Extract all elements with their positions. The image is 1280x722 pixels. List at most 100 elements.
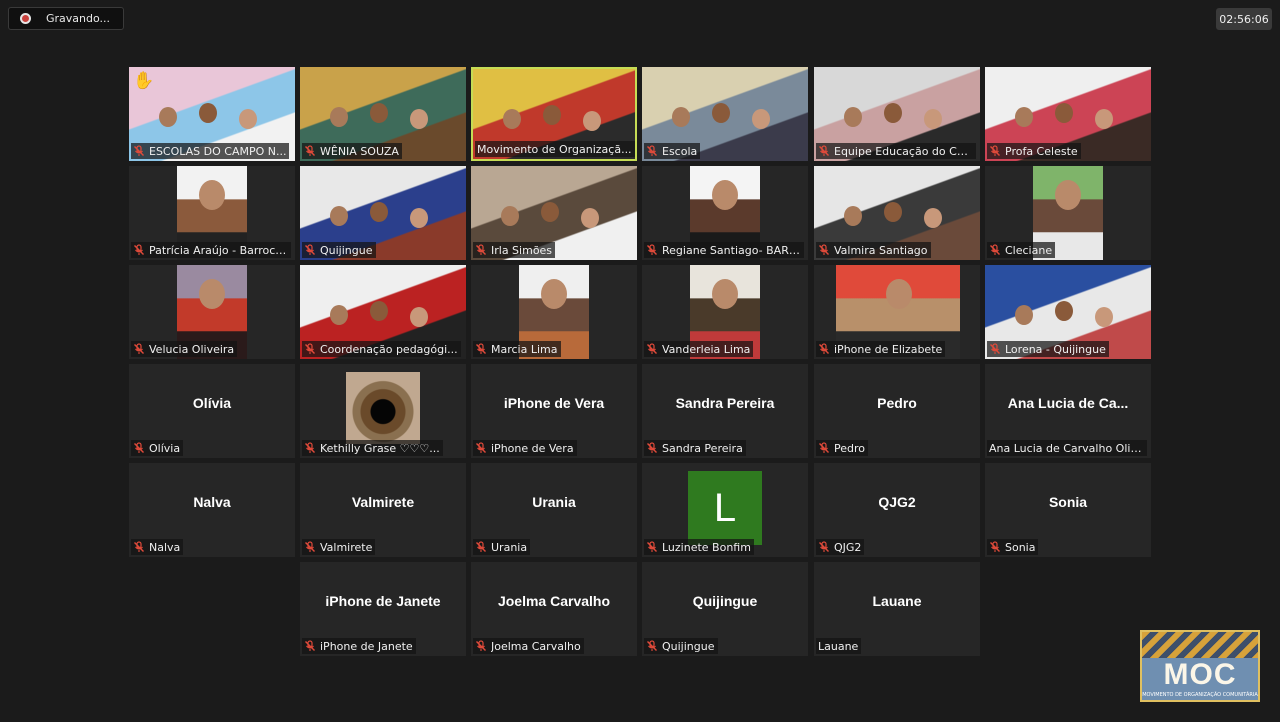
- participant-name: Kethilly Grase ♡♡♡...: [320, 441, 440, 455]
- muted-mic-icon: [647, 343, 657, 354]
- muted-mic-icon: [305, 343, 315, 354]
- participant-name-label: Cleciane: [987, 242, 1056, 258]
- participant-display-name: Sandra Pereira: [675, 395, 775, 411]
- participant-name-label: QJG2: [816, 539, 865, 555]
- muted-mic-icon: [647, 640, 657, 651]
- participant-name-label: iPhone de Vera: [473, 440, 577, 456]
- participant-name-label: iPhone de Elizabete: [816, 341, 946, 357]
- participant-tile[interactable]: iPhone de Vera iPhone de Vera: [471, 364, 637, 458]
- participant-name-label: Quijingue: [302, 242, 376, 258]
- participant-tile[interactable]: L Luzinete Bonfim: [642, 463, 808, 557]
- participant-tile[interactable]: Profa Celeste: [985, 67, 1151, 161]
- muted-mic-icon: [819, 541, 829, 552]
- participant-tile[interactable]: Velucia Oliveira: [129, 265, 295, 359]
- participant-tile[interactable]: Lorena - Quijingue: [985, 265, 1151, 359]
- participant-name: Quijingue: [320, 243, 373, 257]
- muted-mic-icon: [476, 640, 486, 651]
- participant-name-label: Vanderleia Lima: [644, 341, 754, 357]
- participant-display-name: Nalva: [193, 494, 231, 510]
- participant-name-label: Marcia Lima: [473, 341, 561, 357]
- participant-tile[interactable]: Urania Urania: [471, 463, 637, 557]
- participant-name: Pedro: [834, 441, 866, 455]
- muted-mic-icon: [134, 343, 144, 354]
- participant-tile[interactable]: iPhone de Elizabete: [814, 265, 980, 359]
- participant-tile[interactable]: Pedro Pedro: [814, 364, 980, 458]
- participant-display-name: Joelma Carvalho: [497, 593, 611, 609]
- participant-name-label: Profa Celeste: [987, 143, 1081, 159]
- participant-tile[interactable]: Valmirete Valmirete: [300, 463, 466, 557]
- moc-logo-watermark: MOC MOVIMENTO DE ORGANIZAÇÃO COMUNITÁRIA: [1140, 630, 1260, 702]
- muted-mic-icon: [819, 442, 829, 453]
- muted-mic-icon: [990, 343, 1000, 354]
- participant-tile[interactable]: Quijingue: [300, 166, 466, 260]
- muted-mic-icon: [990, 145, 1000, 156]
- participant-tile[interactable]: Joelma Carvalho Joelma Carvalho: [471, 562, 637, 656]
- participant-name-label: Nalva: [131, 539, 184, 555]
- participant-tile[interactable]: Ana Lucia de Ca... Ana Lucia de Carvalho …: [985, 364, 1151, 458]
- logo-text: MOC: [1163, 658, 1237, 691]
- participant-name-label: Olívia: [131, 440, 184, 456]
- participant-tile[interactable]: Sonia Sonia: [985, 463, 1151, 557]
- participant-tile[interactable]: ✋ ESCOLAS DO CAMPO N...: [129, 67, 295, 161]
- participant-name-label: Regiane Santiago- BARR...: [644, 242, 804, 258]
- participant-tile[interactable]: Marcia Lima: [471, 265, 637, 359]
- participant-name: Profa Celeste: [1005, 144, 1078, 158]
- participant-name-label: Movimento de Organizaçã...: [475, 141, 635, 157]
- muted-mic-icon: [647, 145, 657, 156]
- muted-mic-icon: [647, 541, 657, 552]
- raised-hand-icon: ✋: [133, 71, 155, 91]
- participant-tile[interactable]: Movimento de Organizaçã...: [471, 67, 637, 161]
- participant-tile[interactable]: Vanderleia Lima: [642, 265, 808, 359]
- muted-mic-icon: [819, 244, 829, 255]
- participant-name: Lorena - Quijingue: [1005, 342, 1106, 356]
- participant-name: iPhone de Elizabete: [834, 342, 943, 356]
- participant-name: Escola: [662, 144, 698, 158]
- participant-tile[interactable]: Olívia Olívia: [129, 364, 295, 458]
- participant-name-label: Ana Lucia de Carvalho Oliv...: [987, 440, 1147, 456]
- participant-tile[interactable]: WÊNIA SOUZA: [300, 67, 466, 161]
- participant-name: Urania: [491, 540, 528, 554]
- participant-display-name: Pedro: [877, 395, 917, 411]
- participant-name: iPhone de Vera: [491, 441, 574, 455]
- muted-mic-icon: [476, 343, 486, 354]
- participant-tile[interactable]: Lauane Lauane: [814, 562, 980, 656]
- participant-tile[interactable]: Valmira Santiago: [814, 166, 980, 260]
- participant-tile[interactable]: QJG2 QJG2: [814, 463, 980, 557]
- participant-tile[interactable]: Escola: [642, 67, 808, 161]
- participant-tile[interactable]: Coordenação pedagógi...: [300, 265, 466, 359]
- participant-tile[interactable]: Cleciane: [985, 166, 1151, 260]
- participant-name-label: Patrícia Araújo - Barroca...: [131, 242, 291, 258]
- participant-name: Olívia: [149, 441, 181, 455]
- participant-name-label: Pedro: [816, 440, 869, 456]
- participant-display-name: Quijingue: [692, 593, 758, 609]
- participant-tile[interactable]: Equipe Educação do Ca...: [814, 67, 980, 161]
- participant-display-name: Lauane: [872, 593, 922, 609]
- participant-tile[interactable]: Regiane Santiago- BARR...: [642, 166, 808, 260]
- participant-tile[interactable]: Irla Simões: [471, 166, 637, 260]
- muted-mic-icon: [134, 541, 144, 552]
- participant-tile[interactable]: Nalva Nalva: [129, 463, 295, 557]
- muted-mic-icon: [305, 541, 315, 552]
- participant-name-label: Kethilly Grase ♡♡♡...: [302, 440, 443, 456]
- participant-tile[interactable]: Kethilly Grase ♡♡♡...: [300, 364, 466, 458]
- muted-mic-icon: [305, 244, 315, 255]
- participant-display-name: QJG2: [878, 494, 916, 510]
- participant-tile[interactable]: Quijingue Quijingue: [642, 562, 808, 656]
- participant-name: Regiane Santiago- BARR...: [662, 243, 801, 257]
- participant-name: WÊNIA SOUZA: [320, 144, 399, 158]
- participant-tile[interactable]: iPhone de Janete iPhone de Janete: [300, 562, 466, 656]
- muted-mic-icon: [819, 343, 829, 354]
- participant-name-label: WÊNIA SOUZA: [302, 143, 402, 159]
- participant-tile[interactable]: Sandra Pereira Sandra Pereira: [642, 364, 808, 458]
- participant-name: Valmira Santiago: [834, 243, 928, 257]
- participant-name-label: Luzinete Bonfim: [644, 539, 754, 555]
- participant-name: Coordenação pedagógi...: [320, 342, 458, 356]
- participant-name: Valmirete: [320, 540, 373, 554]
- muted-mic-icon: [134, 244, 144, 255]
- participant-tile[interactable]: Patrícia Araújo - Barroca...: [129, 166, 295, 260]
- participant-name: Sandra Pereira: [662, 441, 743, 455]
- muted-mic-icon: [990, 244, 1000, 255]
- participant-name-label: Lorena - Quijingue: [987, 341, 1109, 357]
- participant-display-name: Urania: [532, 494, 576, 510]
- participant-name-label: iPhone de Janete: [302, 638, 416, 654]
